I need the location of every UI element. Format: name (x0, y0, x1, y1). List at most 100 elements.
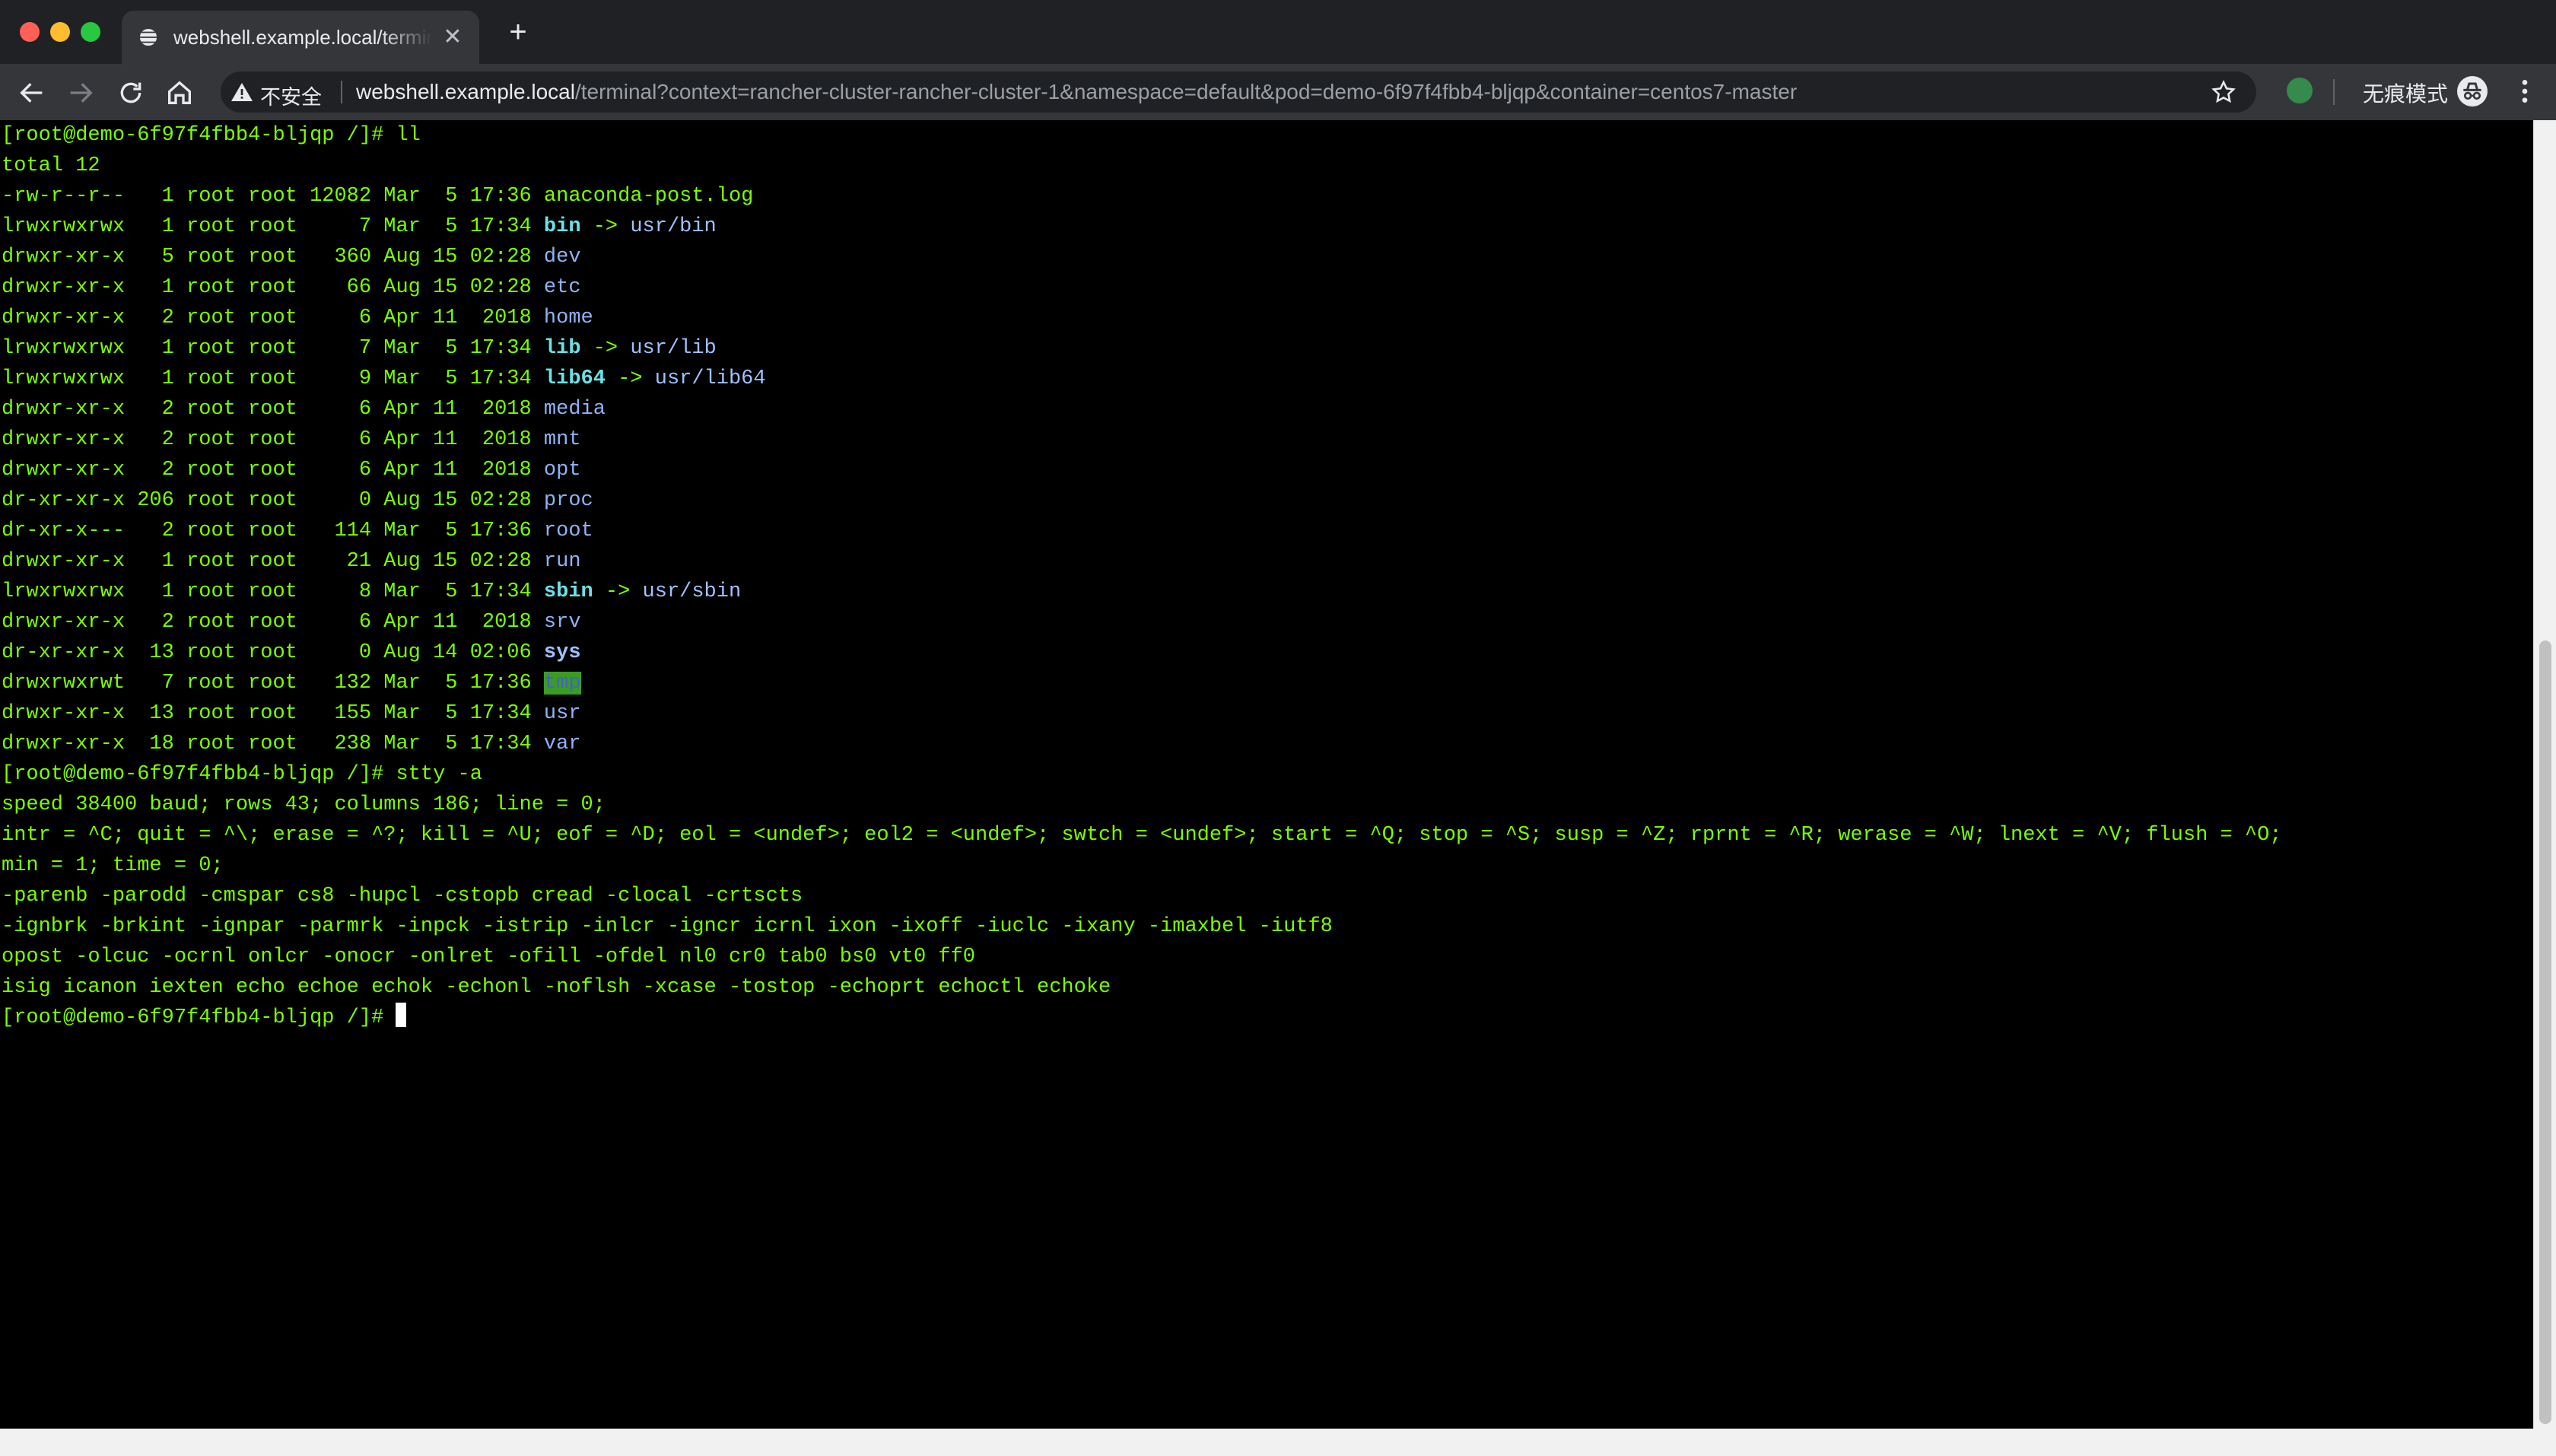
shell-prompt: [root@demo-6f97f4fbb4-bljqp /]# (2, 1006, 396, 1029)
url-host: webshell.example.local (356, 80, 575, 103)
listing-row: drwxr-xr-x 18 root root 238 Mar 5 17:34 … (0, 729, 2533, 759)
new-tab-button[interactable]: + (505, 17, 531, 47)
symlink-arrow: -> (580, 215, 631, 238)
file-name: proc (543, 489, 593, 512)
listing-row: lrwxrwxrwx 1 root root 9 Mar 5 17:34 lib… (0, 364, 2533, 394)
address-divider (341, 81, 342, 103)
listing-row: drwxr-xr-x 2 root root 6 Apr 11 2018 med… (0, 394, 2533, 424)
listing-row: drwxr-xr-x 13 root root 155 Mar 5 17:34 … (0, 698, 2533, 729)
url-text[interactable]: webshell.example.local/terminal?context=… (356, 80, 1797, 104)
file-name: opt (543, 459, 581, 482)
security-status-label[interactable]: 不安全 (260, 81, 322, 110)
file-name: bin (543, 215, 581, 238)
file-name: sys (543, 641, 581, 664)
file-meta: dr-xr-x--- 2 root root 114 Mar 5 17:36 (2, 520, 544, 542)
file-meta: drwxr-xr-x 2 root root 6 Apr 11 2018 (2, 459, 544, 482)
tab-title: webshell.example.local/terminal?context=… (173, 26, 432, 49)
directory-listing: -rw-r--r-- 1 root root 12082 Mar 5 17:36… (0, 181, 2533, 759)
file-name: lib64 (543, 367, 606, 390)
file-meta: dr-xr-xr-x 206 root root 0 Aug 15 02:28 (2, 489, 544, 512)
globe-icon (138, 27, 158, 47)
listing-row: dr-xr-xr-x 13 root root 0 Aug 14 02:06 s… (0, 637, 2533, 668)
listing-row: drwxr-xr-x 5 root root 360 Aug 15 02:28 … (0, 242, 2533, 272)
terminal-line: [root@demo-6f97f4fbb4-bljqp /]# ll (0, 120, 2533, 151)
listing-row: lrwxrwxrwx 1 root root 7 Mar 5 17:34 lib… (0, 333, 2533, 364)
listing-row: drwxr-xr-x 2 root root 6 Apr 11 2018 mnt (0, 424, 2533, 455)
file-meta: lrwxrwxrwx 1 root root 7 Mar 5 17:34 (2, 337, 544, 360)
browser-tab[interactable]: webshell.example.local/terminal?context=… (122, 11, 479, 64)
total-line: total 12 (2, 154, 100, 177)
symlink-target: usr/lib64 (654, 367, 766, 390)
file-name: dev (543, 246, 581, 269)
stty-line: opost -olcuc -ocrnl onlcr -onocr -onlret… (2, 946, 976, 968)
file-name: sbin (543, 580, 593, 603)
more-menu-icon[interactable] (2513, 76, 2536, 106)
file-meta: drwxr-xr-x 2 root root 6 Apr 11 2018 (2, 398, 544, 421)
terminal-line: [root@demo-6f97f4fbb4-bljqp /]# stty -a (0, 759, 2533, 790)
file-meta: drwxr-xr-x 13 root root 155 Mar 5 17:34 (2, 702, 544, 725)
file-name: tmp (543, 672, 581, 695)
listing-row: dr-xr-x--- 2 root root 114 Mar 5 17:36 r… (0, 516, 2533, 546)
listing-row: drwxrwxrwt 7 root root 132 Mar 5 17:36 t… (0, 668, 2533, 698)
stty-output: speed 38400 baud; rows 43; columns 186; … (0, 790, 2533, 1003)
extension-icon[interactable] (2287, 78, 2313, 103)
file-name: mnt (543, 428, 581, 451)
address-bar[interactable]: 不安全 webshell.example.local/terminal?cont… (221, 72, 2256, 113)
file-meta: lrwxrwxrwx 1 root root 8 Mar 5 17:34 (2, 580, 544, 603)
file-name: srv (543, 611, 581, 634)
file-name: run (543, 550, 581, 573)
stty-line: min = 1; time = 0; (2, 854, 224, 877)
terminal-scrollbar[interactable] (2533, 120, 2556, 1429)
listing-row: drwxr-xr-x 2 root root 6 Apr 11 2018 srv (0, 607, 2533, 637)
scrollbar-thumb[interactable] (2539, 641, 2551, 1424)
file-name: usr (543, 702, 581, 725)
file-meta: drwxrwxrwt 7 root root 132 Mar 5 17:36 (2, 672, 544, 695)
minimize-window-button[interactable] (50, 22, 70, 42)
file-meta: drwxr-xr-x 18 root root 238 Mar 5 17:34 (2, 733, 544, 755)
symlink-target: usr/sbin (642, 580, 742, 603)
symlink-arrow: -> (605, 367, 655, 390)
terminal-cursor[interactable] (396, 1003, 407, 1027)
incognito-icon[interactable] (2457, 76, 2488, 106)
maximize-window-button[interactable] (81, 22, 100, 42)
shell-prompt: [root@demo-6f97f4fbb4-bljqp /]# (2, 124, 396, 147)
file-meta: drwxr-xr-x 2 root root 6 Apr 11 2018 (2, 307, 544, 329)
terminal-screen[interactable]: [root@demo-6f97f4fbb4-bljqp /]# ll total… (0, 120, 2533, 1429)
file-meta: drwxr-xr-x 2 root root 6 Apr 11 2018 (2, 611, 544, 634)
warning-icon[interactable] (230, 80, 254, 104)
browser-toolbar: 不安全 webshell.example.local/terminal?cont… (0, 64, 2556, 120)
file-name: etc (543, 276, 581, 299)
symlink-arrow: -> (580, 337, 631, 360)
home-icon[interactable] (164, 78, 195, 108)
back-icon[interactable] (17, 78, 47, 108)
symlink-target: usr/lib (630, 337, 717, 360)
file-meta: dr-xr-xr-x 13 root root 0 Aug 14 02:06 (2, 641, 544, 664)
forward-icon[interactable] (65, 78, 96, 108)
toolbar-divider (2333, 79, 2335, 105)
bottom-edge (0, 1429, 2556, 1456)
bookmark-star-icon[interactable] (2211, 79, 2236, 105)
file-name: home (543, 307, 593, 329)
listing-row: drwxr-xr-x 2 root root 6 Apr 11 2018 hom… (0, 303, 2533, 333)
file-name: anaconda-post.log (543, 185, 754, 208)
file-meta: lrwxrwxrwx 1 root root 7 Mar 5 17:34 (2, 215, 544, 238)
terminal-line: [root@demo-6f97f4fbb4-bljqp /]# (0, 1003, 2533, 1033)
stty-line: -ignbrk -brkint -ignpar -parmrk -inpck -… (2, 915, 1333, 938)
file-meta: drwxr-xr-x 5 root root 360 Aug 15 02:28 (2, 246, 544, 269)
stty-line: isig icanon iexten echo echoe echok -ech… (2, 976, 1111, 999)
listing-row: drwxr-xr-x 1 root root 21 Aug 15 02:28 r… (0, 546, 2533, 577)
listing-row: dr-xr-xr-x 206 root root 0 Aug 15 02:28 … (0, 485, 2533, 516)
reload-icon[interactable] (116, 78, 146, 108)
listing-row: -rw-r--r-- 1 root root 12082 Mar 5 17:36… (0, 181, 2533, 211)
file-meta: drwxr-xr-x 1 root root 66 Aug 15 02:28 (2, 276, 544, 299)
close-tab-icon[interactable]: ✕ (440, 24, 466, 50)
listing-row: lrwxrwxrwx 1 root root 8 Mar 5 17:34 sbi… (0, 577, 2533, 607)
url-path: /terminal?context=rancher-cluster-ranche… (574, 80, 1798, 103)
symlink-target: usr/bin (630, 215, 717, 238)
tab-strip: webshell.example.local/terminal?context=… (0, 0, 2556, 64)
file-meta: lrwxrwxrwx 1 root root 9 Mar 5 17:34 (2, 367, 544, 390)
shell-prompt: [root@demo-6f97f4fbb4-bljqp /]# (2, 763, 396, 786)
stty-line: intr = ^C; quit = ^\; erase = ^?; kill =… (2, 824, 2282, 847)
incognito-label[interactable]: 无痕模式 (2363, 78, 2448, 108)
close-window-button[interactable] (20, 22, 40, 42)
